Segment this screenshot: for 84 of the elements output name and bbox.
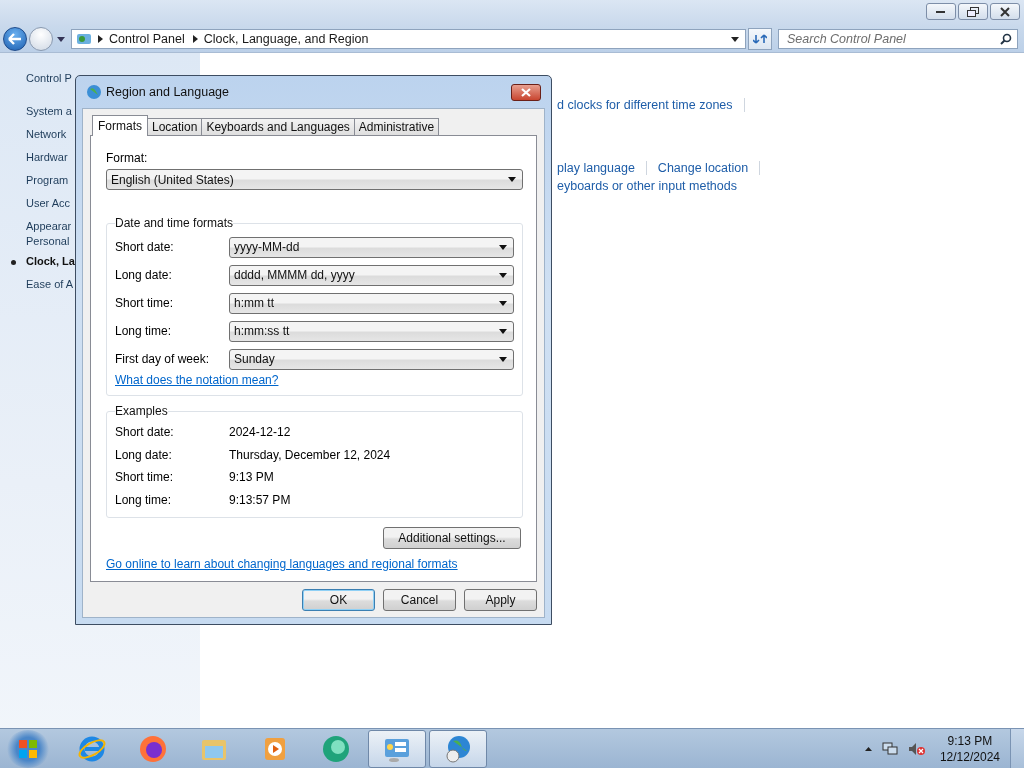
format-dropdown[interactable]: h:mm tt: [229, 292, 514, 314]
format-dropdown[interactable]: Sunday: [229, 348, 514, 370]
tab[interactable]: Location: [147, 118, 203, 135]
address-bar[interactable]: Control Panel Clock, Language, and Region: [71, 29, 746, 49]
format-dropdown[interactable]: yyyy-MM-dd: [229, 236, 514, 258]
clock[interactable]: 9:13 PM 12/12/2024: [939, 732, 1000, 765]
chevron-icon: [192, 35, 198, 43]
dropdown-icon[interactable]: [57, 36, 65, 42]
sidebar-item[interactable]: Hardwar: [26, 150, 68, 165]
windows-logo-icon: [17, 737, 39, 760]
sidebar-item[interactable]: Program: [26, 173, 69, 188]
example-value: Thursday, December 12, 2024: [229, 447, 391, 462]
chevron-icon: [98, 35, 103, 43]
close-button[interactable]: [990, 3, 1020, 20]
caret-icon: [499, 328, 507, 334]
refresh-button[interactable]: [748, 28, 772, 50]
example-value: 2024-12-12: [229, 425, 291, 440]
network-icon[interactable]: [881, 741, 898, 756]
bullet-icon: [11, 260, 16, 265]
close-button[interactable]: [511, 83, 541, 101]
minimize-button[interactable]: [926, 3, 956, 20]
field-label: Format:: [106, 151, 149, 165]
example-value: 9:13 PM: [229, 470, 274, 485]
group-title: Date and time formats: [115, 216, 234, 230]
example-label: Long time:: [115, 492, 173, 507]
dialog-button[interactable]: OK: [302, 589, 375, 611]
sidebar-item[interactable]: Network: [26, 127, 67, 142]
group-title: Examples: [115, 404, 168, 418]
sphere-icon: [321, 733, 351, 764]
sidebar-item[interactable]: Clock, La: [26, 254, 75, 269]
dialog-button[interactable]: Apply: [464, 589, 537, 611]
help-link[interactable]: Go online to learn about changing languages and regional formats: [106, 557, 522, 571]
sidebar-item[interactable]: System a: [26, 104, 72, 119]
maximize-button[interactable]: [958, 3, 988, 20]
taskbar-button[interactable]: [368, 729, 426, 768]
example-label: Long date:: [115, 447, 173, 462]
caret-icon: [499, 300, 507, 306]
breadcrumb-item[interactable]: Clock, Language, and Region: [203, 32, 369, 46]
dialog-button[interactable]: Cancel: [383, 589, 456, 611]
format-dropdown[interactable]: h:mm:ss tt: [229, 320, 514, 342]
window-title: Region and Language: [106, 85, 230, 99]
sidebar-item[interactable]: Ease of A: [26, 277, 74, 292]
speaker-muted-icon[interactable]: [907, 741, 926, 756]
back-arrow-icon: [8, 33, 22, 45]
field-label: Long time:: [115, 324, 173, 338]
globe-clock-icon: [443, 733, 473, 764]
tab[interactable]: Keyboards and Languages: [201, 118, 355, 135]
dropdown-icon[interactable]: [731, 36, 739, 42]
example-label: Short time:: [115, 470, 175, 485]
tab[interactable]: Administrative: [353, 118, 440, 135]
breadcrumb-item[interactable]: Control Panel: [109, 32, 185, 46]
help-link[interactable]: What does the notation mean?: [115, 373, 279, 387]
taskbar-button[interactable]: [429, 729, 487, 768]
example-label: Short date:: [115, 425, 175, 440]
refresh-icon: [753, 33, 767, 45]
caret-icon: [499, 356, 507, 362]
field-label: Long date:: [115, 268, 173, 282]
caret-icon: [499, 272, 507, 278]
format-dropdown[interactable]: dddd, MMMM dd, yyyy: [229, 264, 514, 286]
search-field[interactable]: Search Control Panel: [778, 29, 1018, 49]
show-hidden-icons-icon[interactable]: [864, 746, 872, 751]
example-value: 9:13:57 PM: [229, 492, 291, 507]
caret-icon: [508, 177, 516, 182]
field-label: Short date:: [115, 240, 175, 254]
control-panel-icon: [76, 31, 92, 47]
tab[interactable]: Formats: [92, 115, 148, 136]
sidebar-item[interactable]: User Acc: [26, 196, 70, 211]
task-link[interactable]: d clocks for different time zones: [557, 98, 733, 112]
field-label: Short time:: [115, 296, 175, 310]
caret-icon: [499, 244, 507, 250]
additional-settings-button[interactable]: Additional settings...: [383, 527, 521, 549]
globe-icon: [86, 84, 102, 100]
close-icon: [1000, 6, 1010, 17]
sidebar-item[interactable]: Appearar Personal: [26, 219, 72, 249]
restore-icon: [967, 6, 979, 17]
back-button[interactable]: [3, 27, 27, 51]
sidebar-item[interactable]: Control P: [26, 71, 72, 86]
field-label: First day of week:: [115, 352, 211, 366]
search-icon: [1000, 33, 1012, 45]
format-dropdown[interactable]: English (United States): [106, 169, 523, 190]
close-icon: [521, 87, 531, 97]
task-link[interactable]: eyboards or other input methods: [557, 179, 737, 193]
task-link[interactable]: play language: [557, 161, 635, 175]
task-link[interactable]: Change location: [657, 161, 749, 175]
